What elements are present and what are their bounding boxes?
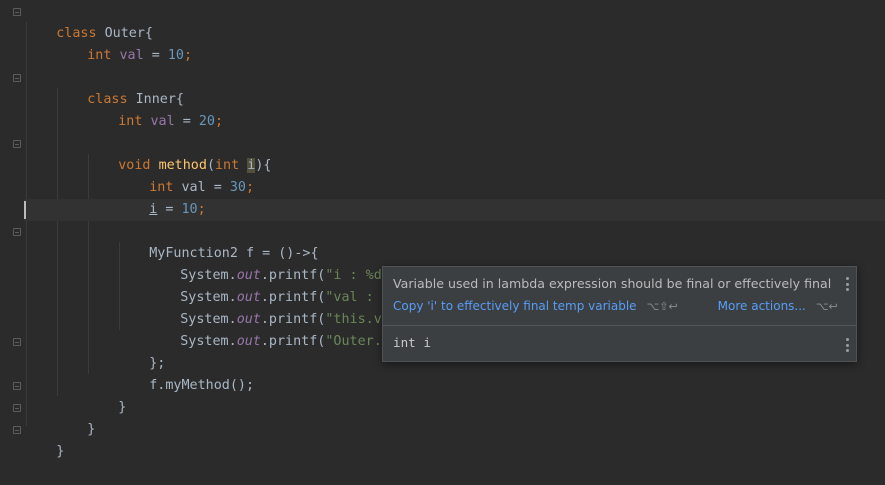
- code-text: }: [87, 422, 96, 437]
- fold-icon[interactable]: [13, 8, 21, 16]
- code-line[interactable]: void method(int i){: [86, 133, 271, 173]
- indent-guide: [57, 88, 58, 396]
- semicolon: ;: [184, 48, 193, 63]
- editor-gutter: [0, 0, 24, 447]
- keyword: int: [118, 114, 143, 129]
- code-line[interactable]: System.out.printf("this.val :: [148, 287, 414, 327]
- fold-icon[interactable]: [13, 338, 21, 346]
- more-actions-link[interactable]: More actions...: [718, 299, 806, 313]
- declaration-preview: int i: [393, 335, 431, 350]
- code-line[interactable]: class Outer{: [24, 1, 153, 41]
- field-name: val: [111, 48, 144, 63]
- fold-icon[interactable]: [13, 228, 21, 236]
- keyword: int: [87, 48, 112, 63]
- semicolon: ;: [197, 202, 206, 217]
- code-line[interactable]: MyFunction2 f = ()->{: [117, 221, 318, 261]
- fold-icon[interactable]: [13, 382, 21, 390]
- code-text: System.: [180, 334, 237, 349]
- number-literal: 10: [167, 48, 184, 63]
- text-caret: [24, 201, 26, 219]
- number-literal: 30: [229, 180, 246, 195]
- code-text: }: [56, 444, 65, 459]
- code-line[interactable]: System.out.printf("Outer.this.: [148, 309, 422, 349]
- code-text: f.myMethod();: [149, 378, 255, 393]
- code-line[interactable]: System.out.printf("i : %d%n", i);: [148, 243, 446, 283]
- quick-fix-row: Copy 'i' to effectively final temp varia…: [393, 299, 838, 313]
- more-actions-shortcut: ⌥↩: [815, 300, 838, 313]
- code-text: .printf(: [260, 334, 326, 349]
- fold-icon[interactable]: [13, 140, 21, 148]
- code-line[interactable]: }: [24, 419, 64, 459]
- semicolon: ;: [246, 180, 255, 195]
- code-line[interactable]: }: [55, 397, 95, 437]
- code-editor[interactable]: class Outer{ int val = 10; class Inner{ …: [0, 0, 885, 459]
- fold-icon[interactable]: [13, 404, 21, 412]
- code-text: =: [205, 180, 230, 195]
- code-line[interactable]: int val = 20;: [86, 89, 223, 129]
- code-text: =: [157, 202, 182, 217]
- field-name: val: [142, 114, 175, 129]
- code-text: ){: [255, 158, 272, 173]
- code-line[interactable]: System.out.printf("val : %d%n": [148, 265, 422, 305]
- number-literal: 20: [198, 114, 215, 129]
- code-line[interactable]: int val = 10;: [55, 23, 192, 63]
- code-line[interactable]: f.myMethod();: [117, 353, 254, 393]
- fold-icon[interactable]: [13, 74, 21, 82]
- semicolon: ;: [215, 114, 224, 129]
- code-text: }: [118, 400, 127, 415]
- code-text: =: [143, 48, 168, 63]
- indent-guide: [26, 22, 27, 426]
- inspection-message: Variable used in lambda expression shoul…: [393, 276, 832, 291]
- code-line[interactable]: }: [86, 375, 126, 415]
- fix-shortcut: ⌥⇧↩: [646, 300, 678, 313]
- number-literal: 10: [181, 202, 198, 217]
- code-line[interactable]: class Inner{: [55, 67, 184, 107]
- more-vertical-icon[interactable]: [845, 338, 849, 352]
- code-line[interactable]: i = 10;: [117, 177, 205, 217]
- popup-divider: [383, 325, 856, 326]
- more-vertical-icon[interactable]: [845, 277, 849, 291]
- code-line[interactable]: int val = 30;: [117, 155, 254, 195]
- code-line[interactable]: };: [117, 331, 165, 371]
- fold-icon[interactable]: [13, 426, 21, 434]
- field-name: out: [236, 334, 261, 349]
- inspection-popup[interactable]: Variable used in lambda expression shoul…: [382, 266, 857, 362]
- copy-to-final-variable-action[interactable]: Copy 'i' to effectively final temp varia…: [393, 299, 637, 313]
- code-text: =: [174, 114, 199, 129]
